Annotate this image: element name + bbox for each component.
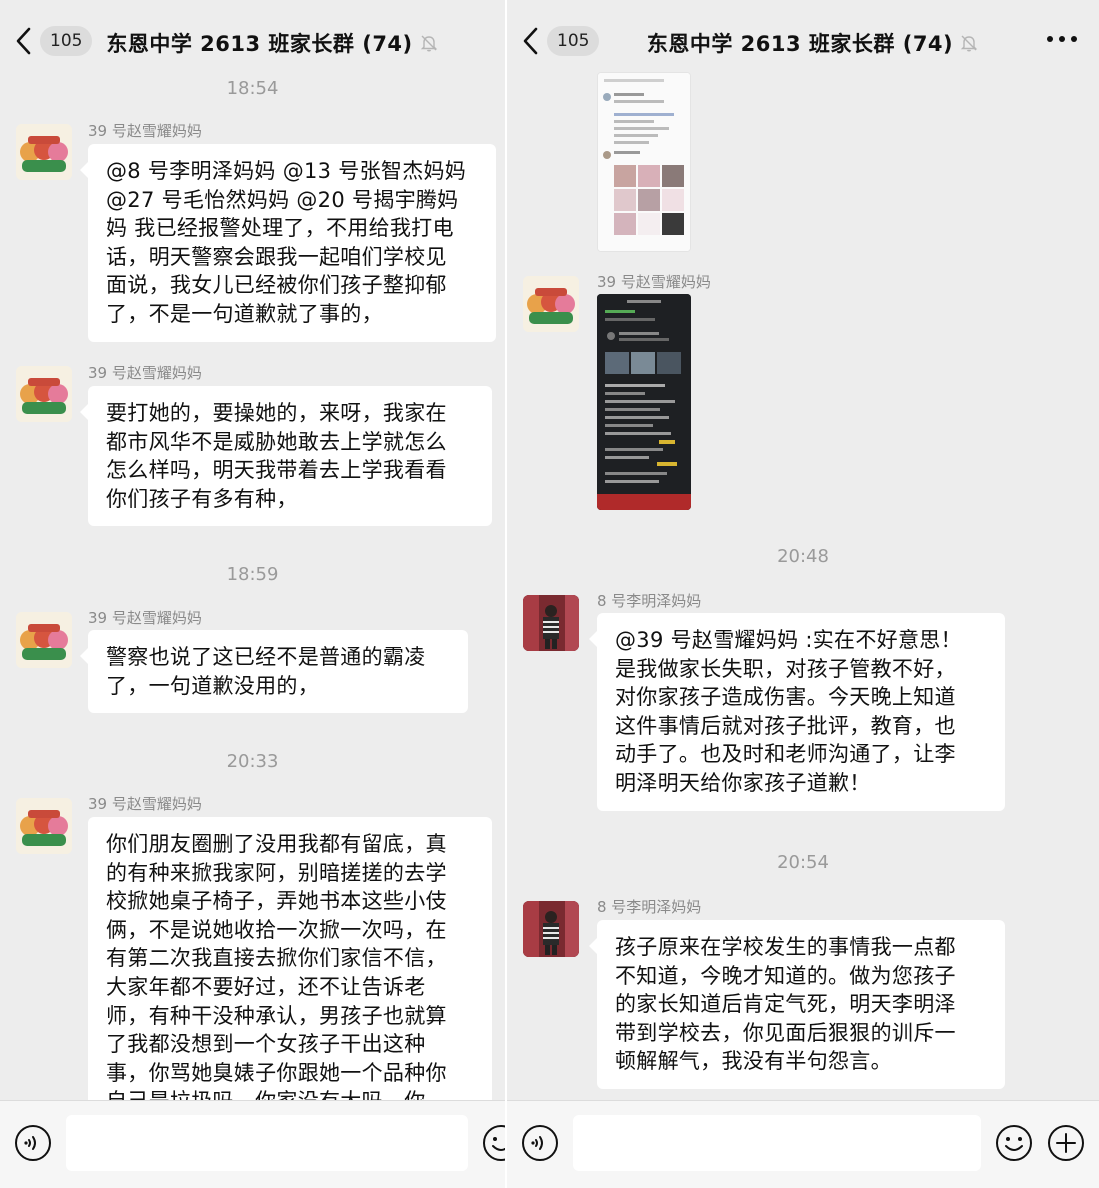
message-bubble[interactable]: 警察也说了这已经不是普通的霸凌 了，一句道歉没用的，	[80, 630, 468, 714]
sender-name: 39 号赵雪耀妈妈	[88, 795, 202, 813]
left-chat-panel: 105 东恩中学 2613 班家长群 (74) 18:54 39 号赵雪耀妈妈 …	[0, 0, 505, 1188]
sender-name: 39 号赵雪耀妈妈	[88, 122, 202, 140]
timestamp: 20:54	[777, 852, 829, 873]
chat-header: 105 东恩中学 2613 班家长群 (74)	[507, 0, 1099, 76]
sender-name: 39 号赵雪耀妈妈	[597, 273, 711, 291]
avatar[interactable]	[16, 798, 72, 854]
avatar[interactable]	[523, 276, 579, 332]
phone-screenshot-image[interactable]	[597, 294, 691, 510]
avatar[interactable]	[16, 366, 72, 422]
message-bubble[interactable]: 要打她的，要操她的，来呀，我家在 都市风华不是威胁她敢去上学就怎么 怎么样吗，明…	[80, 386, 492, 527]
right-chat-panel: 105 东恩中学 2613 班家长群 (74) 39 号赵雪耀妈妈 20:48 …	[507, 0, 1099, 1188]
more-dots-icon[interactable]	[1047, 36, 1077, 42]
sender-name: 39 号赵雪耀妈妈	[88, 364, 202, 382]
timestamp: 18:54	[226, 78, 279, 99]
bell-off-icon	[420, 35, 437, 52]
emoji-icon[interactable]	[482, 1124, 505, 1162]
message-bubble[interactable]: 孩子原来在学校发生的事情我一点都 不知道，今晚才知道的。做为您孩子 的家长知道后…	[589, 920, 1005, 1089]
input-bar	[0, 1100, 505, 1188]
timestamp: 20:48	[777, 546, 829, 567]
avatar[interactable]	[523, 595, 579, 651]
voice-icon[interactable]	[521, 1124, 559, 1162]
bell-off-icon	[960, 35, 978, 52]
chat-title: 东恩中学 2613 班家长群 (74)	[646, 32, 954, 56]
plus-icon[interactable]	[1047, 1124, 1085, 1162]
input-bar	[507, 1100, 1099, 1188]
sender-name: 8 号李明泽妈妈	[597, 898, 702, 916]
message-input[interactable]	[573, 1115, 981, 1171]
avatar[interactable]	[523, 901, 579, 957]
avatar[interactable]	[16, 124, 72, 180]
image-message[interactable]	[597, 72, 691, 252]
message-input[interactable]	[66, 1115, 468, 1171]
chat-title: 东恩中学 2613 班家长群 (74)	[106, 32, 413, 56]
timestamp: 18:59	[226, 564, 279, 585]
voice-icon[interactable]	[14, 1124, 52, 1162]
emoji-icon[interactable]	[995, 1124, 1033, 1162]
avatar[interactable]	[16, 612, 72, 668]
message-bubble[interactable]: 你们朋友圈删了没用我都有留底，真 的有种来掀我家阿，别暗搓搓的去学 校掀她桌子椅…	[88, 817, 492, 1117]
chat-header: 105 东恩中学 2613 班家长群 (74)	[0, 0, 505, 76]
sender-name: 8 号李明泽妈妈	[597, 592, 702, 610]
timestamp: 20:33	[226, 751, 279, 772]
sender-name: 39 号赵雪耀妈妈	[88, 609, 202, 627]
message-bubble[interactable]: @39 号赵雪耀妈妈 :实在不好意思！ 是我做家长失职，对孩子管教不好， 对你家…	[589, 613, 1005, 811]
message-bubble[interactable]: @8 号李明泽妈妈 @13 号张智杰妈妈 @27 号毛怡然妈妈 @20 号揭宇腾…	[80, 144, 496, 342]
